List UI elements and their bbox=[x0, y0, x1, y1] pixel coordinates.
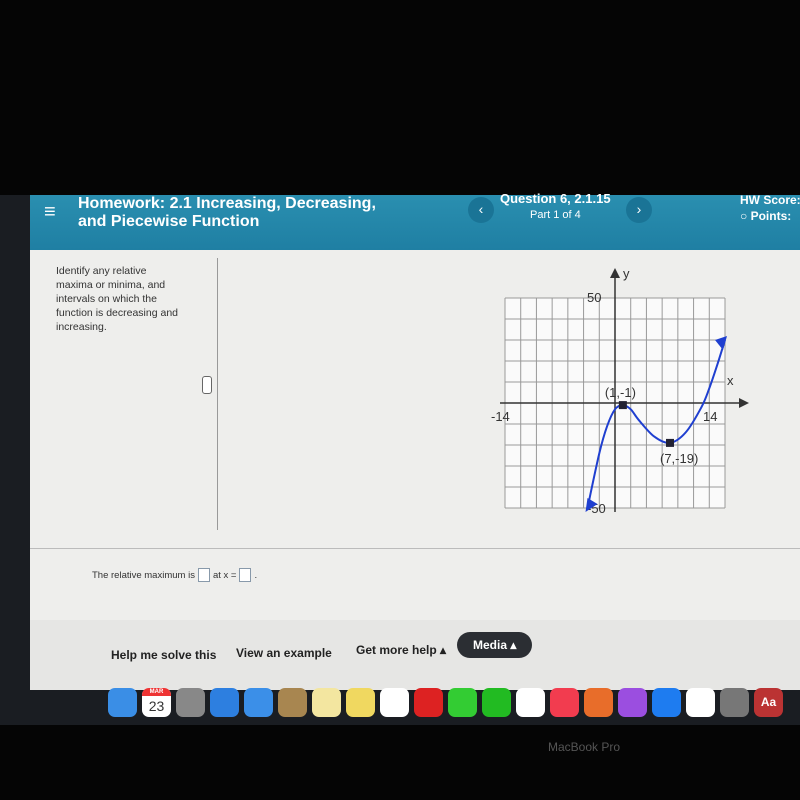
y-tick-label: 50 bbox=[587, 290, 601, 305]
x-tick-label: 14 bbox=[703, 409, 717, 424]
dock-notes-icon[interactable] bbox=[312, 687, 341, 717]
dock-safari-icon[interactable] bbox=[210, 687, 239, 717]
question-content: Identify any relative maxima or minima, … bbox=[30, 250, 800, 690]
section-divider bbox=[30, 548, 800, 549]
y-axis-label: y bbox=[623, 266, 630, 281]
extremum-point bbox=[666, 438, 674, 447]
dock-calculator-icon[interactable] bbox=[720, 687, 749, 717]
help-me-solve-button[interactable]: Help me solve this bbox=[111, 648, 216, 662]
dock-finder-icon[interactable] bbox=[108, 687, 137, 717]
dock-music-icon[interactable] bbox=[550, 687, 579, 717]
point-label: (1,-1) bbox=[605, 385, 636, 400]
dictionary-label: Aa bbox=[760, 694, 777, 709]
dock-podcasts-icon[interactable] bbox=[618, 687, 647, 717]
dock-calendar-icon[interactable]: MAR 23 bbox=[142, 687, 171, 717]
point-label: (7,-19) bbox=[660, 451, 698, 466]
dock-aa-icon[interactable]: Aa bbox=[754, 687, 783, 717]
help-footer: Help me solve this View an example Get m… bbox=[30, 620, 800, 690]
x-tick-label: -14 bbox=[491, 409, 510, 424]
points: ○ Points: bbox=[740, 209, 791, 223]
next-question-button[interactable]: › bbox=[626, 197, 652, 223]
extremum-point bbox=[618, 401, 627, 410]
homework-title: Homework: 2.1 Increasing, Decreasing, and… bbox=[78, 195, 376, 231]
dock-photos-icon[interactable] bbox=[380, 687, 409, 717]
dock-contacts-icon[interactable] bbox=[278, 687, 307, 717]
laptop-brand: MacBook Pro bbox=[548, 740, 621, 754]
part-indicator: Part 1 of 4 bbox=[530, 209, 581, 221]
points-label: Points: bbox=[750, 209, 792, 223]
answer-suffix: . bbox=[254, 569, 258, 581]
dock-stickies-icon[interactable] bbox=[346, 687, 375, 717]
y-axis-arrow bbox=[610, 268, 620, 278]
pane-divider[interactable] bbox=[217, 258, 218, 530]
view-example-button[interactable]: View an example bbox=[236, 646, 332, 660]
instructions: Identify any relative maxima or minima, … bbox=[56, 265, 178, 333]
answer-row: The relative maximum is at x = . bbox=[92, 568, 257, 582]
header: ≡ Homework: 2.1 Increasing, Decreasing, a… bbox=[30, 191, 800, 250]
x-axis-label: x bbox=[727, 373, 734, 388]
answer-prefix: The relative maximum is bbox=[92, 569, 195, 581]
dock-launchpad-icon[interactable] bbox=[176, 687, 205, 717]
screen: ≡ Homework: 2.1 Increasing, Decreasing, a… bbox=[0, 191, 800, 725]
get-more-help-button[interactable]: Get more help ▴ bbox=[356, 643, 446, 657]
dock-chrome-icon[interactable] bbox=[516, 687, 545, 717]
question-title: Question 6, 2.1.15 bbox=[500, 191, 611, 206]
dock-news-icon[interactable] bbox=[686, 687, 715, 717]
dock-app-store-icon[interactable] bbox=[652, 687, 681, 717]
x-axis-arrow bbox=[739, 398, 749, 408]
function-graph: xy-14 1450-50(1,-1)(7,-19) bbox=[491, 266, 749, 516]
pane-resize-handle[interactable] bbox=[202, 376, 212, 394]
dock-photo-booth-icon[interactable] bbox=[414, 687, 443, 717]
circle-icon: ○ bbox=[740, 209, 751, 223]
dock-keynote-icon[interactable] bbox=[584, 687, 613, 717]
dock-mail-icon[interactable] bbox=[244, 687, 273, 717]
prev-question-button[interactable]: ‹ bbox=[468, 197, 494, 223]
dock-facetime-icon[interactable] bbox=[482, 687, 511, 717]
x-value-input[interactable] bbox=[239, 568, 252, 582]
title-line2: and Piecewise Function bbox=[78, 213, 260, 230]
calendar-month: MAR bbox=[142, 687, 171, 696]
dock: MAR 23 Aa bbox=[100, 682, 800, 722]
media-button[interactable]: Media ▴ bbox=[457, 632, 533, 658]
relative-max-input[interactable] bbox=[197, 568, 210, 582]
calendar-day: 23 bbox=[148, 697, 165, 714]
hamburger-icon[interactable]: ≡ bbox=[44, 201, 56, 224]
answer-mid: at x = bbox=[212, 569, 237, 581]
title-line1: Homework: 2.1 Increasing, Decreasing, bbox=[78, 195, 376, 212]
dock-messages-icon[interactable] bbox=[448, 687, 477, 717]
hw-score: HW Score: bbox=[740, 193, 800, 207]
